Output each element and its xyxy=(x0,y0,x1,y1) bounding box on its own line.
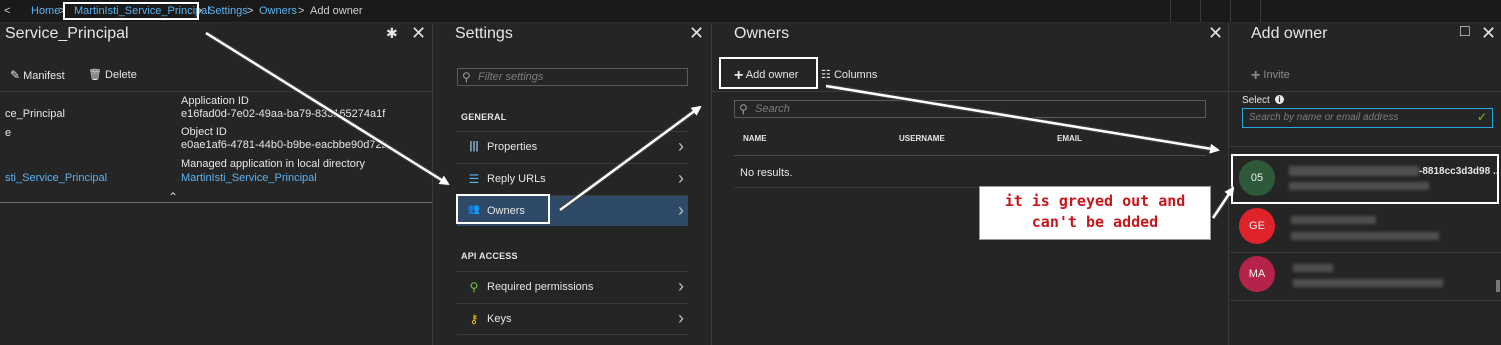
annotation-arrows xyxy=(204,30,1236,220)
annotation-line-1: it is greyed out and xyxy=(1004,192,1186,210)
arrow xyxy=(559,105,702,212)
arrow xyxy=(825,84,1220,154)
arrow xyxy=(205,31,450,186)
annotation-line-2: can't be added xyxy=(1031,213,1159,231)
arrow xyxy=(1211,186,1235,219)
annotation-callout: it is greyed out and can't be added xyxy=(979,186,1211,240)
